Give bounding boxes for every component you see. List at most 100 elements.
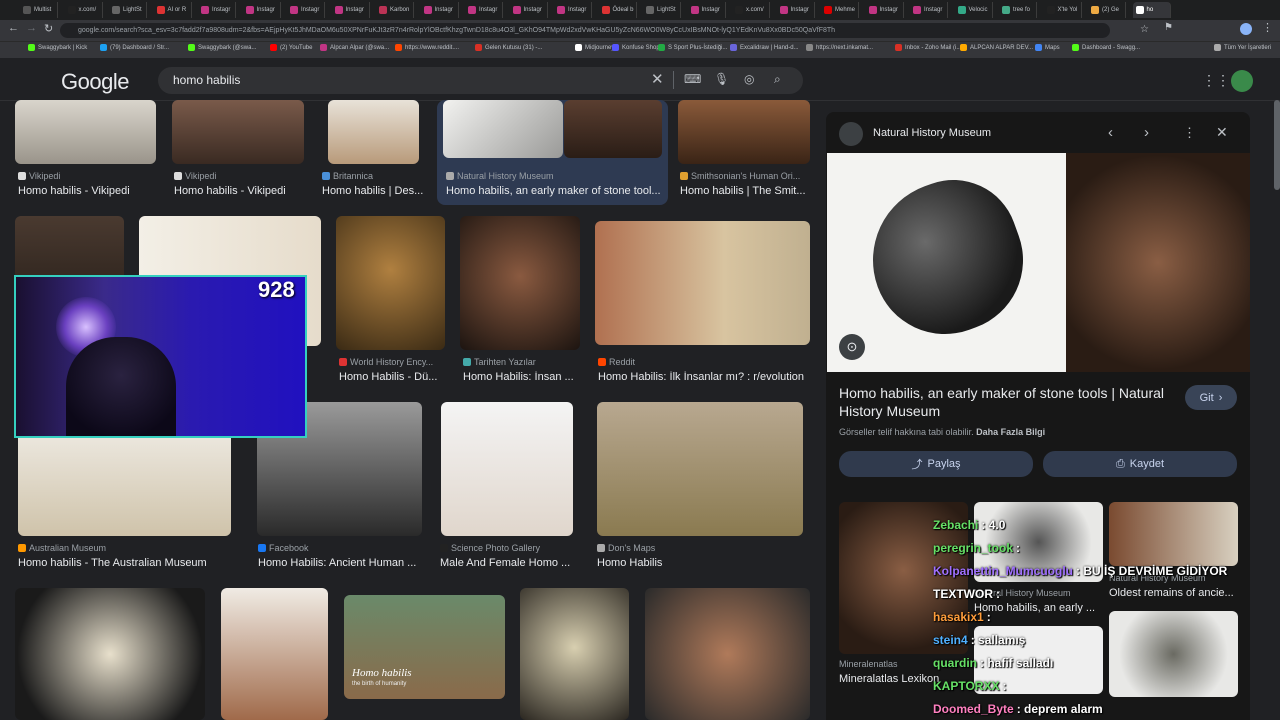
browser-tab[interactable]: LightSt	[109, 2, 147, 18]
browser-tab[interactable]: Karbon	[376, 2, 414, 18]
browser-tab[interactable]: AI or R	[154, 2, 192, 18]
result-title[interactable]: Homo Habilis	[597, 557, 662, 569]
bookmark-item[interactable]: Excalidraw | Hand-d...	[730, 44, 799, 51]
close-icon[interactable]: ✕	[1216, 124, 1228, 141]
result-title[interactable]: Homo habilis | Des...	[322, 185, 423, 197]
browser-tab[interactable]: Mehme	[821, 2, 859, 18]
back-icon[interactable]: ←	[8, 22, 19, 34]
more-options-icon[interactable]: ⋮	[1183, 125, 1196, 141]
browser-tab[interactable]: x.com/	[732, 2, 770, 18]
related-title[interactable]: Homo habilis, an early ...	[974, 602, 1095, 614]
more-info-link[interactable]: Daha Fazla Bilgi	[976, 427, 1045, 437]
result-image[interactable]	[678, 100, 810, 164]
browser-tab[interactable]: Instagr	[554, 2, 592, 18]
result-title[interactable]: Homo habilis - The Australian Museum	[18, 557, 207, 569]
result-title[interactable]: Homo Habilis: İnsan ...	[463, 371, 574, 383]
result-title[interactable]: Male And Female Homo ...	[440, 557, 570, 569]
browser-tab[interactable]: (2) Ge	[1088, 2, 1126, 18]
result-image[interactable]	[645, 588, 810, 720]
bookmark-item[interactable]: https://next.inkamat...	[806, 44, 873, 51]
bookmark-item[interactable]: Gelen Kutusu (31) -...	[475, 44, 542, 51]
result-image[interactable]	[443, 100, 563, 158]
browser-tab[interactable]: Instagr	[287, 2, 325, 18]
bookmark-item[interactable]: Alpcan Alpar (@swa...	[320, 44, 389, 51]
result-image[interactable]	[328, 100, 419, 164]
bookmark-item[interactable]: (79) Dashboard / Str...	[100, 44, 169, 51]
result-source[interactable]: Vikipedi	[18, 171, 60, 181]
star-icon[interactable]: ☆	[1140, 24, 1149, 35]
previous-icon[interactable]: ‹	[1108, 124, 1113, 141]
related-image[interactable]	[1109, 502, 1238, 566]
apps-icon[interactable]: ⋮⋮	[1202, 72, 1230, 89]
panel-source[interactable]: Natural History Museum	[873, 127, 991, 139]
result-image[interactable]	[336, 216, 445, 350]
result-title[interactable]: Homo Habilis: İlk İnsanlar mı? : r/evolu…	[598, 371, 804, 383]
browser-tab[interactable]: Instagr	[510, 2, 548, 18]
clear-icon[interactable]: ✕	[651, 70, 664, 88]
scrollbar[interactable]	[1274, 100, 1280, 190]
avatar[interactable]	[1231, 70, 1253, 92]
result-image[interactable]	[460, 216, 580, 350]
browser-tab[interactable]: Instagr	[465, 2, 503, 18]
result-image[interactable]	[597, 402, 803, 536]
next-icon[interactable]: ›	[1144, 124, 1149, 141]
bookmark-item[interactable]: Dashboard - Swagg...	[1072, 44, 1140, 51]
result-image[interactable]	[15, 588, 205, 720]
browser-tab[interactable]: tree fo	[999, 2, 1037, 18]
related-title[interactable]: Oldest remains of ancie...	[1109, 587, 1234, 599]
result-source[interactable]: Britannica	[322, 171, 373, 181]
google-logo[interactable]: Google	[61, 69, 129, 95]
result-image[interactable]	[520, 588, 629, 720]
result-image[interactable]	[595, 221, 810, 345]
related-title[interactable]: Mineralatlas Lexikon	[839, 673, 939, 685]
save-button[interactable]: ⎙ Kaydet	[1043, 451, 1237, 477]
result-title[interactable]: Homo habilis | The Smit...	[680, 185, 806, 197]
related-image[interactable]	[1109, 611, 1238, 697]
result-source[interactable]: Reddit	[598, 357, 635, 367]
bookmark-item[interactable]: S Sport Plus-İstediği...	[658, 44, 727, 51]
result-source[interactable]: Natural History Museum	[446, 171, 554, 181]
bookmark-item[interactable]: (2) YouTube	[270, 44, 312, 51]
bookmark-item[interactable]: ALPCAN ALPAR DEV...	[960, 44, 1033, 51]
browser-tab[interactable]: Ödeal b	[599, 2, 637, 18]
browser-tab[interactable]: Multist	[20, 2, 58, 18]
browser-tab[interactable]: LightSt	[643, 2, 681, 18]
browser-tab[interactable]: ho	[1132, 2, 1171, 18]
result-title[interactable]: Homo Habilis - Dü...	[339, 371, 437, 383]
bookmark-item[interactable]: Midjourney	[575, 44, 614, 51]
result-source[interactable]: Science Photo Gallery	[440, 543, 540, 553]
search-input[interactable]	[158, 67, 803, 94]
browser-tab[interactable]: Instagr	[421, 2, 459, 18]
result-image[interactable]	[441, 402, 573, 536]
result-image[interactable]	[221, 588, 328, 720]
bookmark-item[interactable]: Konfuse Shop	[612, 44, 660, 51]
browser-tab[interactable]: X'te Yol	[1044, 2, 1082, 18]
profile-icon[interactable]	[1240, 23, 1252, 35]
lens-search-icon[interactable]: ⊙	[839, 334, 865, 360]
preview-image[interactable]	[827, 153, 1250, 372]
lens-icon[interactable]: ◎	[744, 72, 754, 86]
keyboard-icon[interactable]: ⌨	[684, 72, 701, 86]
visit-button[interactable]: Git ›	[1185, 385, 1237, 410]
browser-tab[interactable]: Instagr	[332, 2, 370, 18]
address-bar[interactable]: google.com/search?sca_esv=3c7fadd2f7a980…	[60, 23, 1110, 38]
bookmark-item[interactable]: Maps	[1035, 44, 1060, 51]
search-query[interactable]: homo habilis	[173, 73, 240, 87]
browser-tab[interactable]: Instagr	[198, 2, 236, 18]
result-title[interactable]: Homo habilis - Vikipedi	[174, 185, 286, 197]
result-title[interactable]: Homo habilis, an early maker of stone to…	[446, 185, 661, 197]
browser-tab[interactable]: Velocic	[955, 2, 993, 18]
extensions-icon[interactable]: ⚑	[1164, 22, 1173, 33]
related-source[interactable]: Mineralenatlas	[839, 659, 898, 669]
share-button[interactable]: ⤴ Paylaş	[839, 451, 1033, 477]
result-source[interactable]: Tarihten Yazılar	[463, 357, 536, 367]
result-source[interactable]: Don's Maps	[597, 543, 655, 553]
browser-tab[interactable]: x.com/	[65, 2, 103, 18]
bookmark-item[interactable]: Tüm Yer İşaretleri	[1214, 44, 1271, 51]
microphone-icon[interactable]: 🎙	[714, 72, 729, 86]
forward-icon[interactable]: →	[26, 22, 37, 34]
result-image[interactable]	[15, 100, 156, 164]
result-image[interactable]: Homo habilis the birth of humanity	[344, 595, 505, 699]
browser-tab[interactable]: Instagr	[777, 2, 815, 18]
result-source[interactable]: Facebook	[258, 543, 309, 553]
